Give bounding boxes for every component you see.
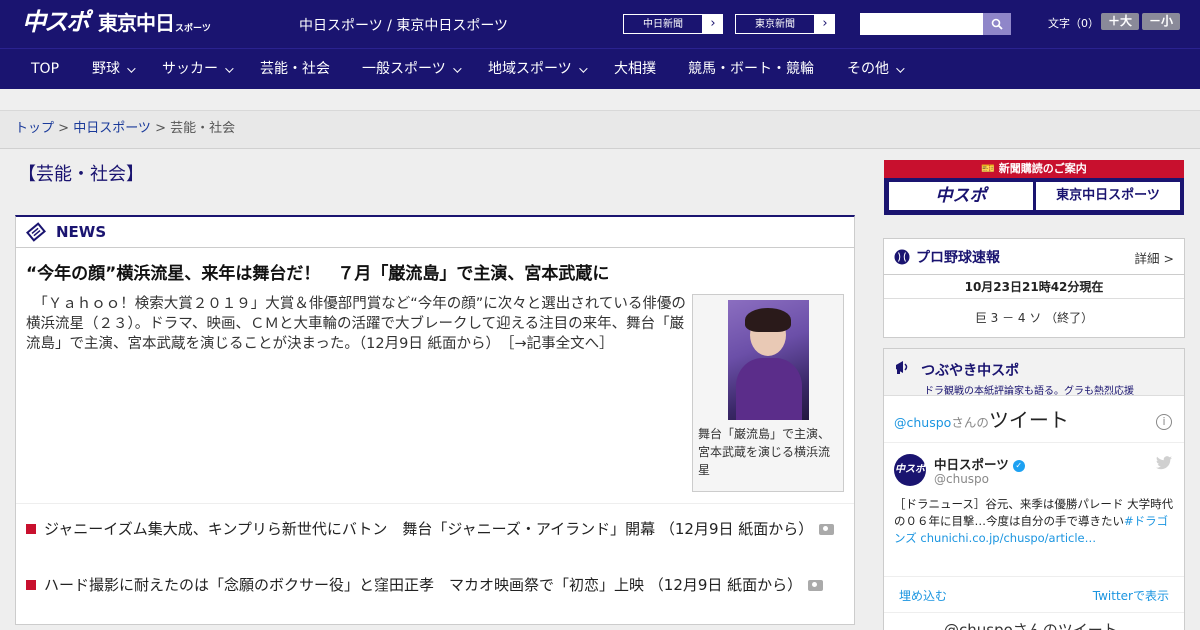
view-on-twitter-link[interactable]: Twitterで表示 <box>1093 587 1169 604</box>
twitter-widget: つぶやき中スポ ドラ観戦の本紙評論家も語る。グラも熱烈応援 @chuspoさんの… <box>883 348 1185 630</box>
search-icon <box>991 18 1003 30</box>
news-header: NEWS <box>16 217 854 248</box>
logo-main: 中スポ <box>22 8 90 36</box>
chevron-right-icon: › <box>703 14 723 34</box>
breadcrumb-home[interactable]: トップ <box>15 121 54 136</box>
avatar[interactable]: 中スポ <box>894 454 926 486</box>
lead-photo-box: 舞台「巌流島」で主演、宮本武蔵を演じる横浜流星 <box>692 294 844 492</box>
baseball-timestamp: 10月23日21時42分現在 <box>884 275 1184 299</box>
lead-article-title[interactable]: “今年の顔”横浜流星、来年は舞台だ！ ７月「巌流島」で主演、宮本武蔵に <box>26 259 609 284</box>
camera-icon <box>819 524 835 535</box>
lead-article-body[interactable]: 「Ｙａｈｏｏ！検索大賞２０１９」大賞＆俳優部門賞など“今年の顔”に次々と選出され… <box>26 294 686 354</box>
nav-label: 競馬・ボート・競輪 <box>688 61 814 77</box>
nav-label: 野球 <box>92 61 120 77</box>
camera-icon <box>808 580 824 591</box>
divider <box>884 612 1184 613</box>
news-item-text: ハード撮影に耐えたのは「念願のボクサー役」と窪田正孝 マカオ映画祭で「初恋」上映… <box>44 576 803 594</box>
nav-item-baseball[interactable]: 野球 <box>92 49 136 90</box>
divider <box>16 503 854 504</box>
baseball-title: プロ野球速報 <box>916 249 1000 266</box>
twitter-title: つぶやき中スポ <box>921 363 1020 379</box>
baseball-icon <box>894 249 910 264</box>
bullet-icon <box>26 524 36 534</box>
sub-band <box>0 89 1200 111</box>
twitter-bird-icon[interactable] <box>1156 456 1172 474</box>
breadcrumb-current: 芸能・社会 <box>170 121 236 136</box>
font-size-label: 文字（0） <box>1048 17 1099 30</box>
newspaper-icon <box>26 222 46 242</box>
breadcrumb-sep: > <box>150 121 171 136</box>
embed-link[interactable]: 埋め込む <box>899 587 947 604</box>
nav-label: 地域スポーツ <box>488 61 572 77</box>
verified-icon: ✓ <box>1012 459 1025 472</box>
tweet-author-handle[interactable]: @chuspo <box>934 472 989 486</box>
twitter-feed-title-repeat: @chuspoさんのツイート <box>944 621 1118 630</box>
search-button[interactable] <box>983 13 1011 35</box>
tweet-author-name[interactable]: 中日スポーツ ✓ <box>934 454 1025 473</box>
logo-sub: 東京中日 <box>98 11 175 35</box>
site-logo[interactable]: 中スポ 東京中日 スポーツ <box>22 8 211 36</box>
nav-label: サッカー <box>162 61 218 77</box>
news-heading: NEWS <box>56 223 107 241</box>
nav-label: 大相撲 <box>614 61 656 77</box>
news-list-item[interactable]: ハード撮影に耐えたのは「念願のボクサー役」と窪田正孝 マカオ映画祭で「初恋」上映… <box>26 575 846 596</box>
chevron-down-icon <box>127 63 136 73</box>
divider <box>884 442 1184 443</box>
breadcrumb-sep: > <box>54 121 74 136</box>
nav-label: TOP <box>31 61 60 77</box>
twitter-header: つぶやき中スポ ドラ観戦の本紙評論家も語る。グラも熱烈応援 <box>884 349 1184 397</box>
nav-item-sumo[interactable]: 大相撲 <box>614 49 656 90</box>
chunichi-shimbun-link[interactable]: 中日新聞 › <box>622 13 724 35</box>
breadcrumb-parent[interactable]: 中日スポーツ <box>73 121 151 136</box>
logo-sub-small: スポーツ <box>175 24 211 34</box>
global-nav: TOP 野球 サッカー 芸能・社会 一般スポーツ 地域スポーツ 大相撲 競馬・ボ… <box>0 48 1200 89</box>
lead-photo[interactable] <box>728 300 809 420</box>
chunichi-shimbun-label: 中日新聞 <box>623 14 703 34</box>
twitter-feed-title: @chuspoさんのツイート <box>894 408 1069 432</box>
nav-item-other[interactable]: その他 <box>847 49 905 90</box>
twitter-handle-link[interactable]: @chuspo <box>894 415 951 430</box>
news-list-item[interactable]: ジャニーイズム集大成、キンプリら新世代にバトン 舞台「ジャニーズ・アイランド」開… <box>26 519 846 540</box>
twitter-embed: @chuspoさんのツイート i 中スポ 中日スポーツ ✓ @chuspo ［ドラ… <box>884 395 1184 630</box>
promo-title: 🎫 新聞購読のご案内 <box>981 162 1087 175</box>
megaphone-icon <box>896 361 908 374</box>
tokyo-shimbun-link[interactable]: 東京新聞 › <box>734 13 836 35</box>
nav-label: その他 <box>847 61 889 77</box>
nav-item-racing[interactable]: 競馬・ボート・競輪 <box>688 49 814 90</box>
site-header: 中スポ 東京中日 スポーツ 中日スポーツ / 東京中日スポーツ 中日新聞 › 東… <box>0 0 1200 48</box>
nav-item-local-sports[interactable]: 地域スポーツ <box>488 49 588 90</box>
divider <box>884 576 1184 577</box>
chevron-down-icon <box>452 63 462 73</box>
nav-item-entertainment[interactable]: 芸能・社会 <box>260 49 330 90</box>
promo-chuspo-button[interactable]: 中スポ <box>889 182 1033 210</box>
nav-label: 一般スポーツ <box>362 61 446 77</box>
site-links[interactable]: 中日スポーツ / 東京中日スポーツ <box>299 15 508 35</box>
tweet-text[interactable]: ［ドラニュース］谷元、来季は優勝パレード 大学時代の０６年に目撃…今度は自分の手… <box>894 496 1176 547</box>
breadcrumb: トップ > 中日スポーツ > 芸能・社会 <box>0 111 1200 149</box>
font-size-up-button[interactable]: ＋大 <box>1101 13 1139 30</box>
baseball-score[interactable]: 巨 3 － 4 ソ （終了） <box>884 299 1184 337</box>
chevron-down-icon <box>578 63 588 73</box>
baseball-details-link[interactable]: 詳細 > <box>1135 248 1174 267</box>
bullet-icon <box>26 580 36 590</box>
tokyo-shimbun-label: 東京新聞 <box>735 14 815 34</box>
news-panel: NEWS “今年の顔”横浜流星、来年は舞台だ！ ７月「巌流島」で主演、宮本武蔵に… <box>15 215 855 625</box>
promo-tokyo-chunichi-button[interactable]: 東京中日スポーツ <box>1036 182 1180 210</box>
chevron-down-icon <box>896 63 905 73</box>
chevron-right-icon: › <box>815 14 835 34</box>
info-icon[interactable]: i <box>1156 414 1172 430</box>
search-input[interactable] <box>860 13 983 35</box>
ticket-icon: 🎫 <box>981 162 999 175</box>
section-title: 【芸能・社会】 <box>18 164 144 185</box>
nav-item-general-sports[interactable]: 一般スポーツ <box>362 49 462 90</box>
font-size-down-button[interactable]: －小 <box>1142 13 1180 30</box>
baseball-scores: プロ野球速報 詳細 > 10月23日21時42分現在 巨 3 － 4 ソ （終了… <box>883 238 1185 338</box>
news-item-text: ジャニーイズム集大成、キンプリら新世代にバトン 舞台「ジャニーズ・アイランド」開… <box>44 520 814 538</box>
nav-item-top[interactable]: TOP <box>31 49 59 90</box>
lead-photo-caption: 舞台「巌流島」で主演、宮本武蔵を演じる横浜流星 <box>698 427 831 477</box>
chevron-down-icon <box>225 63 234 73</box>
nav-item-soccer[interactable]: サッカー <box>162 49 234 90</box>
nav-label: 芸能・社会 <box>260 61 330 77</box>
